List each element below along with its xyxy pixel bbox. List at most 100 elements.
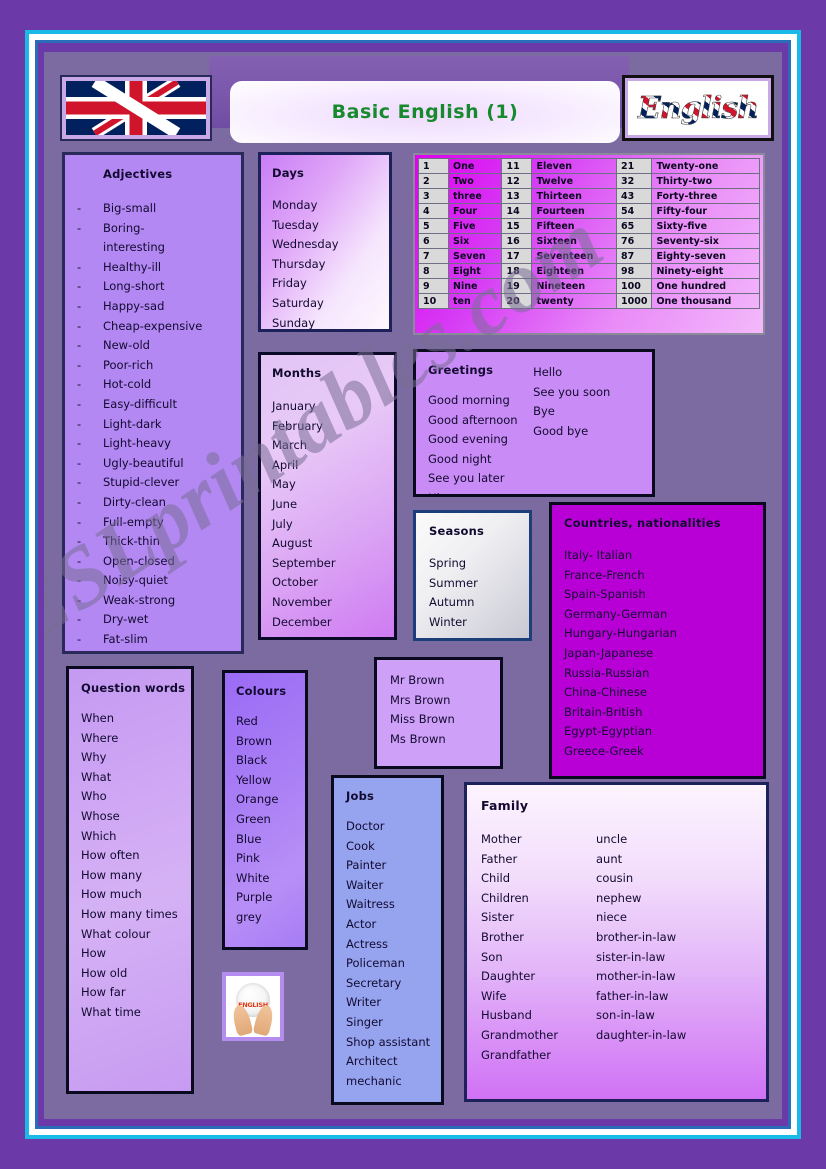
list-item: Whose [81,808,120,823]
list-item: Painter [346,858,387,873]
number-word-cell: Six [447,233,503,249]
number-word-cell: One thousand [651,293,760,309]
list-item-label: Easy-difficult [103,396,177,411]
list-item: Britain-British [564,704,643,719]
list-item: How many [81,867,143,882]
number-word-cell: Sixteen [531,233,617,249]
table-row: 7 Seven 17 Seventeen 87 Eighty-seven [418,248,760,264]
list-item: December [272,614,332,629]
list-item: Good bye [533,423,589,438]
table-row: 6 Six 16 Sixteen 76 Seventy-six [418,233,760,249]
list-item: March [272,438,308,453]
greetings-list-left: Good morning Good afternoon Good evening Go… [428,391,533,494]
list-item-label: Boring- [103,220,145,235]
list-item: - Hot-cold [77,375,231,395]
number-digit-cell: 43 [615,188,653,204]
table-row: 10 ten 20 twenty 1000 One thousand [418,293,760,309]
bullet-dash-icon: - [77,612,82,627]
list-item-label: Ugly-beautiful [103,455,184,470]
number-word-cell: Forty-three [651,188,760,204]
list-item: Child [481,871,511,886]
list-item: Tuesday [272,217,319,232]
days-title: Days [272,166,305,180]
bullet-dash-icon: - [77,436,82,451]
list-item: Germany-German [564,606,668,621]
number-digit-cell: 19 [501,278,533,294]
number-word-cell: three [447,188,503,204]
number-digit-cell: 21 [615,158,653,174]
question-words-box: Question words When Where Why What Who Whose W… [66,666,194,1094]
number-digit-cell: 11 [501,158,533,174]
number-word-cell: Thirty-two [651,173,760,189]
table-row: 5 Five 15 Fifteen 65 Sixty-five [418,218,760,234]
number-digit-cell: 17 [501,248,533,264]
days-list: Monday Tuesday Wednesday Thursday Friday Satu… [272,196,389,329]
list-item: Winter [429,614,467,629]
list-item: Good morning [428,393,510,407]
list-item: - Noisy-quiet [77,571,231,591]
table-row: 2 Two 12 Twelve 32 Thirty-two [418,173,760,189]
number-digit-cell: 6 [418,233,449,249]
worksheet-page: ESLprintables.com Basic English (1) Engl… [0,0,826,1169]
list-item: - Thick-thin [77,532,231,552]
number-word-cell: Nine [447,278,503,294]
list-item: - Ugly-beautiful [77,454,231,474]
list-item: niece [596,910,627,925]
list-item: - Easy-difficult [77,395,231,415]
bullet-dash-icon: - [77,298,82,313]
list-item: November [272,594,332,609]
adjectives-list: - Big-small - Boring-interesting - Healthy-il… [77,199,231,650]
list-item: Grandfather [481,1047,551,1062]
family-list-left: Mother Father Child Children Sister Brother So… [481,830,596,1065]
list-item: Thursday [272,256,326,271]
table-row: 9 Nine 19 Nineteen 100 One hundred [418,278,760,294]
list-item: Russia-Russian [564,665,650,680]
list-item-label: Healthy-ill [103,259,162,274]
list-item: sister-in-law [596,949,666,964]
number-word-cell: Five [447,218,503,234]
list-item-label: Dry-wet [103,612,149,627]
list-item: Autumn [429,595,475,610]
table-row: 1 One 11 Eleven 21 Twenty-one [418,158,760,174]
list-item: Actor [346,916,377,931]
number-digit-cell: 1000 [615,293,653,309]
list-item: Orange [236,792,279,807]
list-item: Mrs Brown [390,692,451,707]
list-item-label: Weak-strong [103,592,176,607]
list-item-label: Hot-cold [103,377,152,392]
list-item: Green [236,811,271,826]
list-item: What colour [81,926,151,941]
bullet-dash-icon: - [77,318,82,333]
list-item: Where [81,730,119,745]
number-word-cell: Four [447,203,503,219]
list-item: father-in-law [596,988,669,1003]
list-item: January [272,399,316,413]
list-item: - Stupid-clever [77,473,231,493]
list-item: cousin [596,871,634,886]
list-item: Shop assistant [346,1034,431,1049]
list-item: Children [481,890,529,905]
colours-box: Colours Red Brown Black Yellow Orange Green Bl… [222,670,308,950]
list-item: Who [81,789,107,804]
number-word-cell: Two [447,173,503,189]
list-item: Spain-Spanish [564,587,646,602]
list-item: Hello [533,365,563,379]
number-word-cell: Seventy-six [651,233,760,249]
list-item: Actress [346,936,389,951]
list-item: mother-in-law [596,969,676,984]
number-digit-cell: 3 [418,188,449,204]
list-item-label: Open-closed [103,553,175,568]
list-item: Wednesday [272,237,339,252]
number-word-cell: Seven [447,248,503,264]
list-item: August [272,536,313,551]
list-item: - Weak-strong [77,591,231,611]
question-words-title: Question words [81,681,186,695]
list-item: Mr Brown [390,673,445,687]
list-item: September [272,555,336,570]
list-item: France-French [564,567,645,582]
bullet-dash-icon: - [77,455,82,470]
list-item: - Boring- [77,219,231,239]
number-digit-cell: 76 [615,233,653,249]
list-item: - Happy-sad [77,297,231,317]
list-item: Wife [481,988,507,1003]
